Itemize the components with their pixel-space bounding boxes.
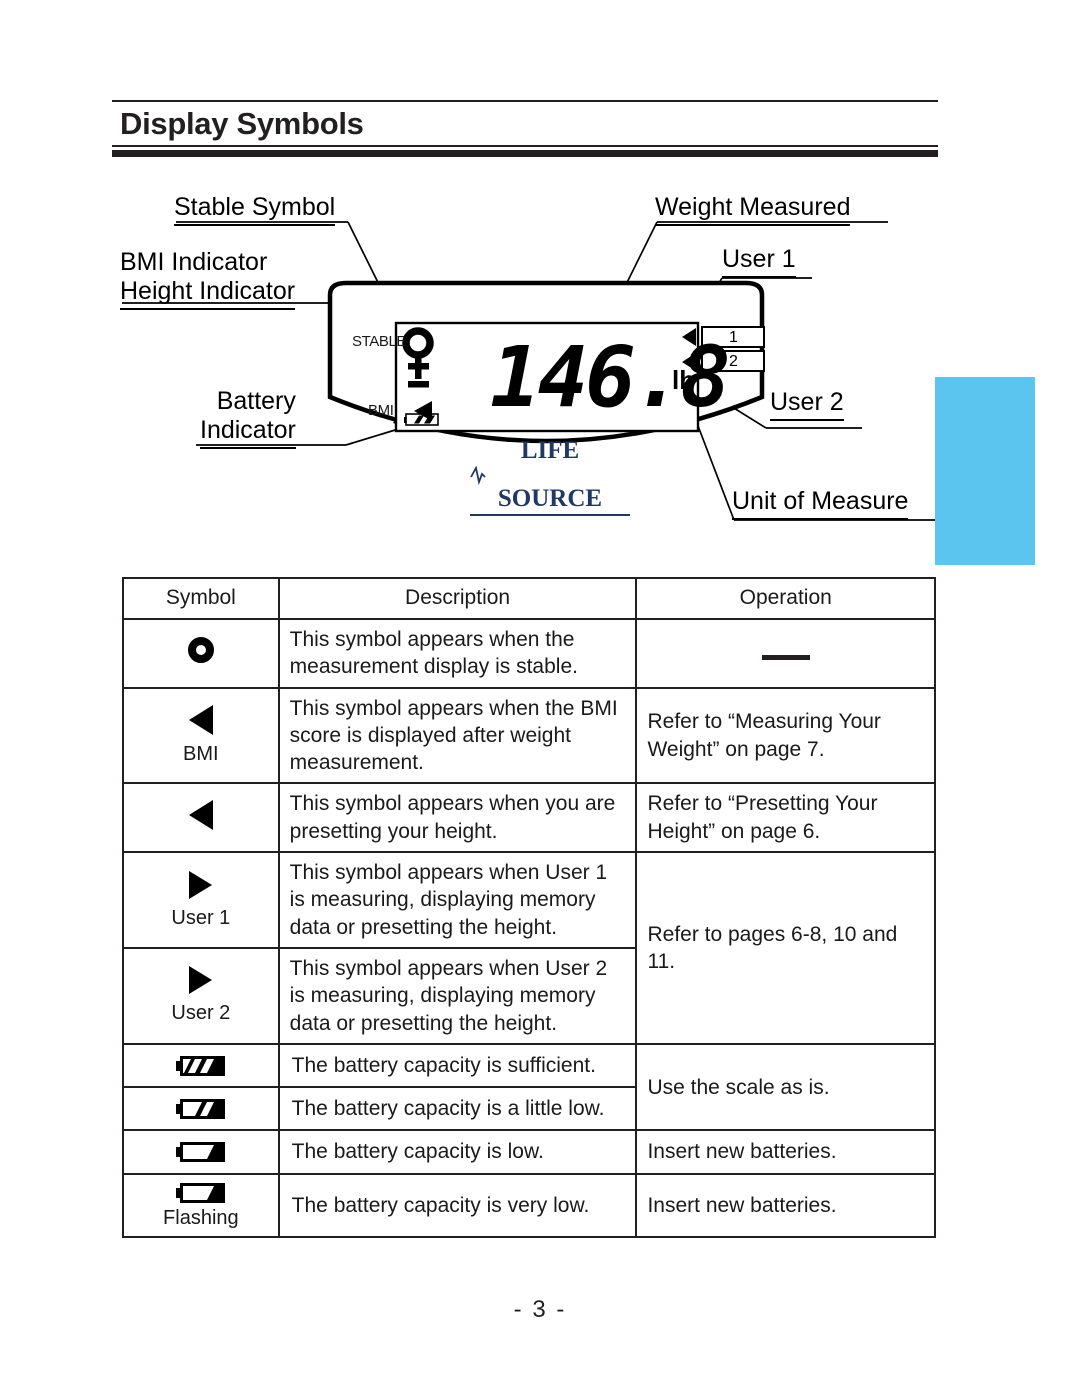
column-header-description: Description bbox=[277, 577, 638, 620]
logo-text-life: LIFE bbox=[520, 437, 580, 464]
lcd-bmi-label: BMI bbox=[368, 402, 394, 419]
table-header-row: Symbol Description Operation bbox=[122, 577, 936, 620]
triangle-left-icon bbox=[188, 799, 213, 830]
callout-indicator-label: Indicator bbox=[200, 416, 296, 449]
cell-description: The battery capacity is sufficient. bbox=[277, 1042, 638, 1089]
cell-description: This symbol appears when you are presett… bbox=[277, 782, 638, 854]
lifesource-logo: LIFE SOURCE bbox=[470, 437, 630, 516]
triangle-right-icon bbox=[189, 870, 213, 899]
symbol-reference-table: Symbol Description Operation This symbol… bbox=[122, 577, 936, 1239]
table-row: This symbol appears when you are presett… bbox=[122, 782, 936, 854]
callout-user-2-label: User 2 bbox=[770, 388, 844, 421]
battery-full-icon bbox=[175, 1055, 225, 1076]
symbol-caption: User 1 bbox=[171, 906, 231, 929]
cell-symbol: User 2 bbox=[122, 946, 280, 1045]
cell-description: This symbol appears when User 1 is measu… bbox=[277, 851, 638, 949]
callout-user-1: User 1 bbox=[722, 245, 796, 278]
callout-height-indicator-label: Height Indicator bbox=[120, 277, 296, 310]
cell-symbol: BMI bbox=[122, 686, 280, 785]
cell-description: The battery capacity is very low. bbox=[277, 1172, 638, 1239]
cell-operation: Refer to “Presetting Your Height” on pag… bbox=[635, 782, 936, 854]
symbol-caption: Flashing bbox=[163, 1207, 239, 1230]
dash-icon bbox=[761, 654, 810, 660]
cell-operation: Refer to pages 6-8, 10 and 11. bbox=[635, 851, 936, 1045]
callout-bmi-height-indicator: BMI Indicator Height Indicator bbox=[120, 248, 296, 310]
triangle-left-icon bbox=[188, 705, 213, 736]
cell-symbol: Flashing bbox=[122, 1172, 280, 1239]
lcd-weight-reading: 146.8 bbox=[490, 328, 731, 426]
lcd-height-bar-bottom-icon bbox=[408, 381, 429, 388]
callout-unit-of-measure-label: Unit of Measure bbox=[732, 487, 909, 520]
cell-operation: Refer to “Measuring Your Weight” on page… bbox=[635, 686, 936, 785]
callout-bmi-indicator-label: BMI Indicator bbox=[120, 248, 268, 276]
lcd-user-box-2-label: 2 bbox=[729, 353, 738, 370]
cell-description: The battery capacity is a little low. bbox=[277, 1086, 638, 1132]
column-header-symbol: Symbol bbox=[122, 577, 280, 620]
cell-operation bbox=[635, 618, 936, 689]
cell-operation: Use the scale as is. bbox=[635, 1042, 936, 1132]
title-block: Display Symbols bbox=[112, 100, 938, 157]
table-head: Symbol Description Operation bbox=[122, 577, 936, 620]
lcd-unit-label: lb bbox=[672, 365, 696, 395]
callout-battery-label: Battery bbox=[216, 387, 296, 415]
table-row: The battery capacity is low. Insert new … bbox=[122, 1129, 936, 1175]
cell-symbol bbox=[122, 1086, 280, 1132]
callout-user-2: User 2 bbox=[770, 388, 844, 421]
lcd-stable-label: STABLE bbox=[352, 333, 407, 350]
cell-symbol bbox=[122, 1129, 280, 1175]
title-rule-middle bbox=[112, 144, 938, 147]
cell-description: This symbol appears when User 2 is measu… bbox=[277, 946, 638, 1045]
battery-very-low-icon bbox=[175, 1183, 225, 1204]
page-number-footer: - 3 - bbox=[513, 1296, 567, 1323]
callout-unit-of-measure: Unit of Measure bbox=[732, 487, 909, 520]
cell-description: The battery capacity is low. bbox=[277, 1129, 638, 1175]
page-title: Display Symbols bbox=[120, 106, 364, 141]
cell-symbol bbox=[122, 782, 280, 854]
lcd-user-box-1-label: 1 bbox=[729, 329, 738, 346]
cell-description: This symbol appears when the BMI score i… bbox=[277, 686, 638, 785]
cell-symbol bbox=[122, 618, 280, 689]
logo-text-source: SOURCE bbox=[497, 485, 603, 512]
cell-operation: Insert new batteries. bbox=[635, 1129, 936, 1175]
table-row: Flashing The battery capacity is very lo… bbox=[122, 1172, 936, 1239]
lcd-height-bar-vert-icon bbox=[415, 357, 422, 379]
pulse-icon bbox=[470, 465, 486, 485]
battery-low-icon bbox=[175, 1142, 225, 1163]
title-rule-bottom bbox=[112, 149, 938, 157]
scale-display-diagram: STABLE BMI 146.8 lb 1 2 LIFE SOURCE Stabl… bbox=[0, 165, 1080, 565]
cell-description: This symbol appears when the measurement… bbox=[277, 618, 638, 689]
triangle-right-icon bbox=[189, 966, 213, 995]
table-row: This symbol appears when the measurement… bbox=[122, 618, 936, 689]
accent-blue-rectangle bbox=[935, 377, 1035, 565]
symbol-caption: User 2 bbox=[171, 1002, 231, 1025]
callout-stable-symbol-label: Stable Symbol bbox=[174, 193, 336, 226]
table-row: The battery capacity is sufficient. Use … bbox=[122, 1042, 936, 1132]
symbol-caption: BMI bbox=[183, 743, 219, 766]
callout-user-1-label: User 1 bbox=[722, 245, 796, 278]
table-body: This symbol appears when the measurement… bbox=[122, 618, 936, 1239]
battery-two-thirds-icon bbox=[175, 1099, 225, 1120]
callout-weight-measured-label: Weight Measured bbox=[655, 193, 851, 226]
table-row: BMI This symbol appears when the BMI sco… bbox=[122, 686, 936, 785]
stable-ring-icon bbox=[187, 637, 214, 664]
callout-battery-indicator: Battery Indicator bbox=[200, 387, 296, 449]
column-header-operation: Operation bbox=[635, 577, 936, 620]
table-row: User 1 This symbol appears when User 1 i… bbox=[122, 851, 936, 1045]
cell-operation: Insert new batteries. bbox=[635, 1172, 936, 1239]
cell-symbol bbox=[122, 1042, 280, 1089]
callout-stable-symbol: Stable Symbol bbox=[174, 193, 336, 226]
cell-symbol: User 1 bbox=[122, 851, 280, 949]
callout-weight-measured: Weight Measured bbox=[655, 193, 851, 226]
